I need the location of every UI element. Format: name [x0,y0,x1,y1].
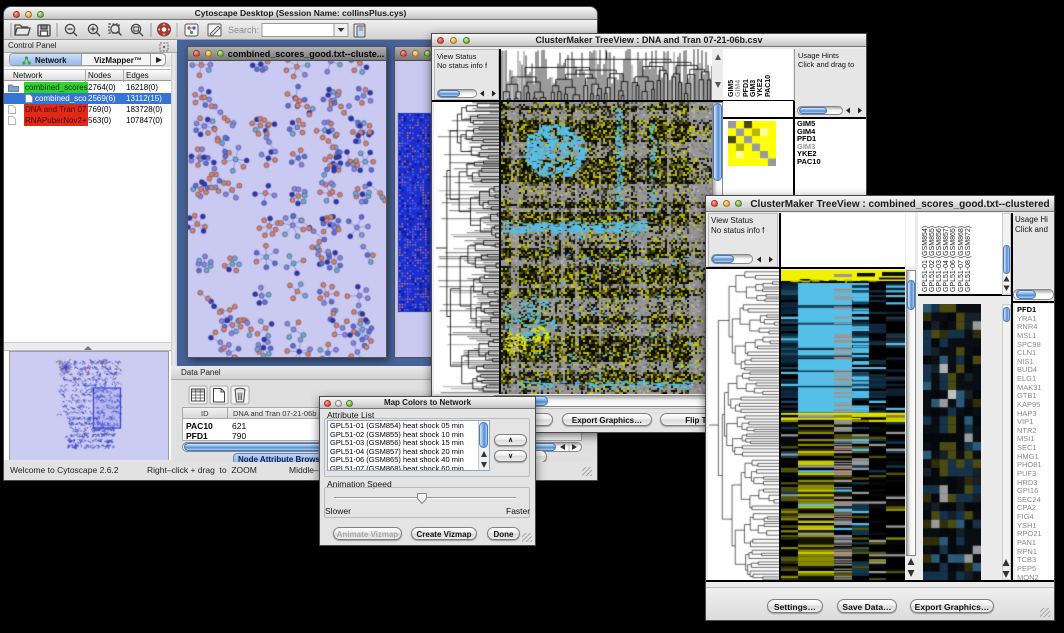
svg-text:Search:: Search: [228,25,259,35]
